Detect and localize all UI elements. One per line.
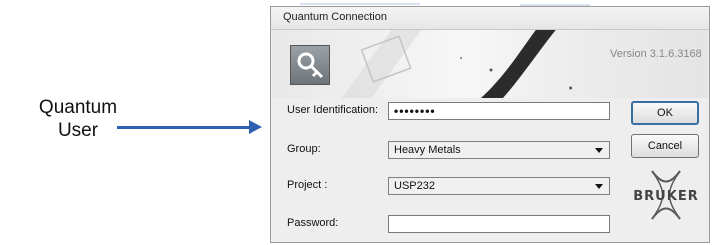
password-field[interactable] [388,215,610,233]
project-select[interactable]: USP232 [388,177,610,195]
project-select-value: USP232 [394,180,435,192]
user-id-label-text: User Identification: [287,104,379,116]
callout-label: Quantum User [22,96,134,142]
group-label: Group: [287,143,321,155]
ok-button[interactable]: OK [631,101,699,125]
version-label: Version 3.1.6.3168 [610,48,702,60]
callout-label-line2: User [57,120,99,141]
quantum-connection-dialog: Quantum Connection Version 3.1.6.3168 Us… [270,6,710,243]
group-select-value: Heavy Metals [394,144,461,156]
dialog-title: Quantum Connection [283,11,387,23]
dialog-banner: Version 3.1.6.3168 [272,30,708,98]
bruker-logo-text: BRUKER [633,189,699,204]
key-icon [290,45,330,85]
callout-label-line1: Quantum [38,97,118,118]
user-id-field[interactable]: •••••••• [388,102,610,120]
project-label: Project : [287,179,328,191]
background-stroke [300,3,420,5]
dialog-titlebar[interactable]: Quantum Connection [271,7,709,30]
key-icon-glyph [297,52,324,79]
chevron-down-icon[interactable] [595,184,603,189]
bruker-logo: BRUKER [628,167,704,223]
banner-artwork [341,30,573,98]
chevron-down-icon[interactable] [595,148,603,153]
group-select[interactable]: Heavy Metals [388,141,610,159]
callout-arrow-icon [249,120,262,134]
callout-arrow-shaft [117,126,257,129]
user-id-label: User Identification: [287,104,378,116]
cancel-button[interactable]: Cancel [631,134,699,158]
password-label: Password: [287,217,339,229]
